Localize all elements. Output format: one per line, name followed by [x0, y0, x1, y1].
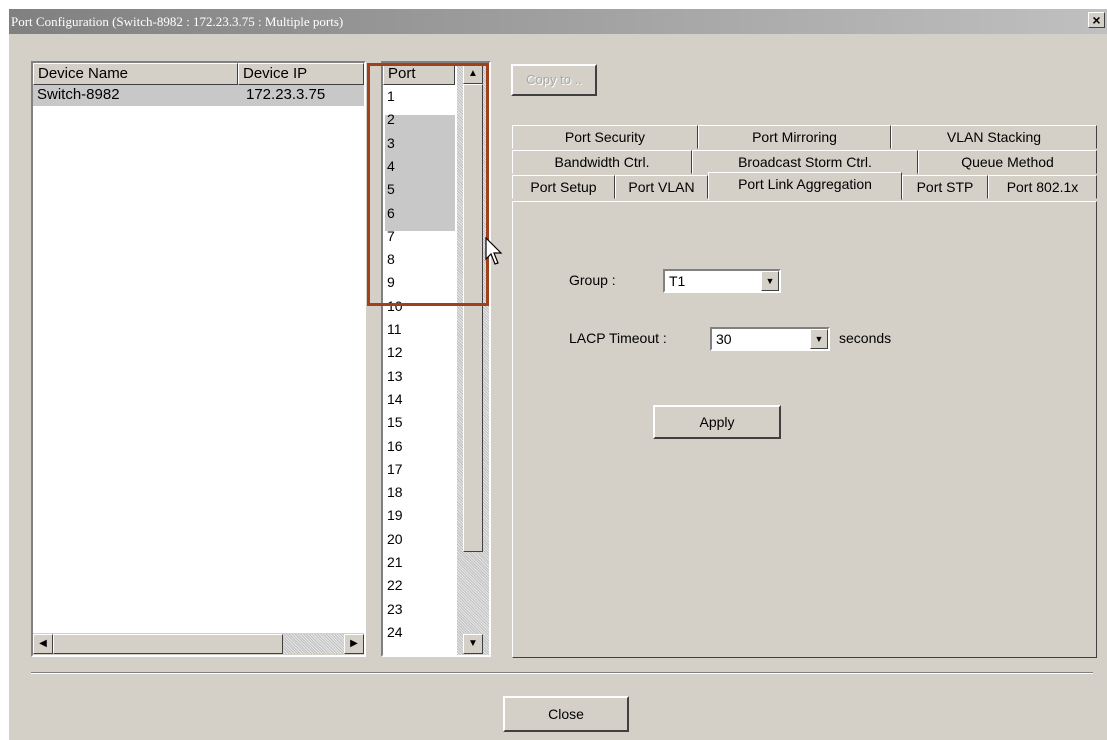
tab-port-setup[interactable]: Port Setup [512, 175, 615, 199]
tab-port-stp[interactable]: Port STP [902, 175, 988, 199]
tab-port-vlan[interactable]: Port VLAN [615, 175, 708, 199]
scroll-left-icon[interactable]: ◀ [33, 634, 53, 654]
lacp-timeout-select[interactable]: 30 ▼ [710, 327, 830, 351]
close-icon[interactable]: × [1088, 12, 1105, 28]
port-item[interactable]: 12 [387, 341, 403, 364]
chevron-down-icon[interactable]: ▼ [761, 271, 779, 291]
port-item[interactable]: 14 [387, 388, 403, 411]
tab-queue-method[interactable]: Queue Method [918, 150, 1097, 174]
tab-port-mirroring[interactable]: Port Mirroring [698, 125, 891, 149]
port-item[interactable]: 16 [387, 435, 403, 458]
title-bar: Port Configuration (Switch-8982 : 172.23… [9, 9, 1107, 34]
close-button[interactable]: Close [503, 696, 629, 732]
port-item[interactable]: 22 [387, 574, 403, 597]
port-item[interactable]: 17 [387, 458, 403, 481]
group-select[interactable]: T1 ▼ [663, 269, 781, 293]
port-highlight-box [367, 63, 489, 306]
device-name-cell: Switch-8982 [37, 86, 120, 103]
group-label: Group : [569, 272, 616, 288]
device-ip-cell: 172.23.3.75 [246, 86, 326, 103]
scroll-down-icon[interactable]: ▼ [463, 634, 483, 654]
device-row[interactable]: Switch-8982 172.23.3.75 [33, 85, 364, 106]
scroll-track[interactable] [283, 634, 344, 654]
tab-content-panel: Group : T1 ▼ LACP Timeout : 30 ▼ seconds… [512, 201, 1097, 658]
apply-button[interactable]: Apply [653, 405, 781, 439]
port-item[interactable]: 23 [387, 598, 403, 621]
port-configuration-window: Port Configuration (Switch-8982 : 172.23… [8, 8, 1107, 740]
mouse-cursor-icon [485, 236, 503, 271]
tab-port-802-1x[interactable]: Port 802.1x [988, 175, 1097, 199]
tab-vlan-stacking[interactable]: VLAN Stacking [891, 125, 1097, 149]
window-title: Port Configuration (Switch-8982 : 172.23… [11, 14, 344, 29]
column-header-device-ip[interactable]: Device IP [238, 63, 364, 85]
copy-to-button[interactable]: Copy to .. [511, 64, 597, 96]
port-item[interactable]: 19 [387, 504, 403, 527]
tab-port-link-aggregation[interactable]: Port Link Aggregation [708, 172, 902, 200]
chevron-down-icon[interactable]: ▼ [810, 329, 828, 349]
lacp-timeout-value: 30 [716, 331, 732, 347]
device-table[interactable]: Device Name Device IP Switch-8982 172.23… [31, 61, 366, 657]
divider [31, 672, 1093, 674]
port-item[interactable]: 21 [387, 551, 403, 574]
port-item[interactable]: 20 [387, 528, 403, 551]
tab-broadcast-storm-ctrl[interactable]: Broadcast Storm Ctrl. [692, 150, 918, 174]
lacp-timeout-unit: seconds [839, 330, 892, 346]
port-item[interactable]: 15 [387, 411, 403, 434]
tab-port-security[interactable]: Port Security [512, 125, 698, 149]
lacp-timeout-label: LACP Timeout : [569, 330, 667, 346]
port-item[interactable]: 24 [387, 621, 403, 644]
tab-bandwidth-ctrl[interactable]: Bandwidth Ctrl. [512, 150, 692, 174]
port-item[interactable]: 13 [387, 365, 403, 388]
group-select-value: T1 [669, 273, 686, 289]
port-item[interactable]: 11 [387, 318, 402, 341]
scroll-thumb[interactable] [53, 634, 283, 654]
horizontal-scrollbar[interactable]: ◀ ▶ [33, 633, 364, 655]
scroll-right-icon[interactable]: ▶ [344, 634, 364, 654]
column-header-device-name[interactable]: Device Name [33, 63, 238, 85]
port-item[interactable]: 18 [387, 481, 403, 504]
